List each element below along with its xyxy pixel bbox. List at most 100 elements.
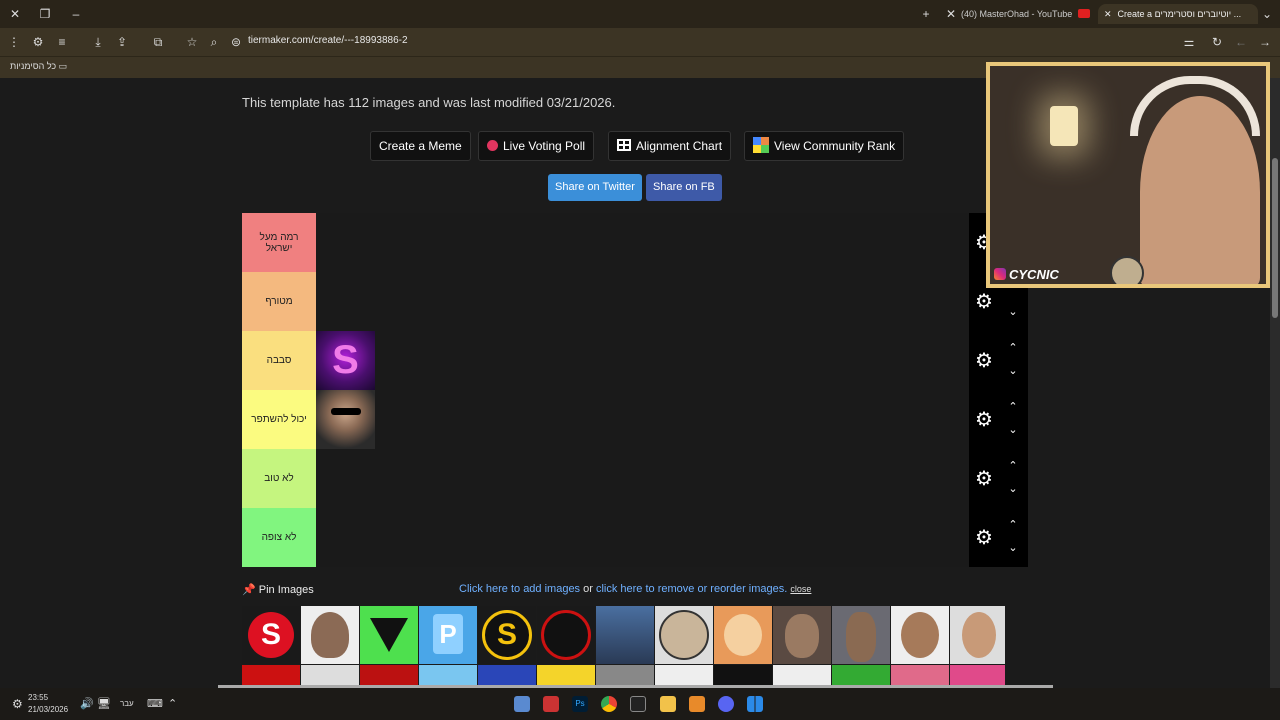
tier-settings-gear-icon[interactable]: ⚙: [973, 350, 995, 372]
extensions-icon[interactable]: ⧉: [150, 34, 166, 50]
live-voting-poll-button[interactable]: Live Voting Poll: [478, 131, 595, 161]
keyboard-icon[interactable]: ⌨: [147, 697, 163, 710]
folder-app-icon[interactable]: [689, 696, 705, 712]
settings-gear-icon[interactable]: ⚙: [12, 697, 23, 711]
move-tier-up-icon[interactable]: ⌃: [1003, 400, 1023, 414]
tier-label[interactable]: סבבה: [242, 331, 316, 390]
tier-drop-zone[interactable]: [316, 449, 969, 508]
pool-image-tile[interactable]: [773, 606, 831, 664]
remove-reorder-link[interactable]: click here to remove or reorder images.: [596, 583, 787, 595]
tray-expand-icon[interactable]: ⌃: [168, 697, 177, 710]
add-images-link[interactable]: Click here to add images: [459, 583, 580, 595]
forward-icon[interactable]: ←: [1233, 34, 1249, 50]
move-tier-down-icon[interactable]: ⌄: [1003, 482, 1023, 496]
tab-youtube[interactable]: (40) MasterOhad - YouTube: [961, 4, 1076, 24]
tab-close-icon[interactable]: ✕: [943, 6, 959, 22]
pool-image-tile[interactable]: [360, 606, 418, 664]
tab-close-icon[interactable]: ✕: [1104, 9, 1112, 19]
epic-games-icon[interactable]: [630, 696, 646, 712]
view-community-rank-button[interactable]: View Community Rank: [744, 131, 905, 161]
pool-image-tile[interactable]: [596, 606, 654, 664]
game-app-icon[interactable]: [543, 696, 559, 712]
tune-icon[interactable]: ⚌: [1181, 34, 1197, 50]
volume-icon[interactable]: 🔊: [80, 697, 94, 710]
tier-label[interactable]: יכול להשתפר: [242, 390, 316, 449]
tier-drop-zone[interactable]: [316, 390, 969, 449]
tier-settings-gear-icon[interactable]: ⚙: [973, 468, 995, 490]
move-tier-up-icon[interactable]: ⌃: [1003, 341, 1023, 355]
streamer-sunglasses-tile[interactable]: [316, 390, 375, 449]
pool-image-tile[interactable]: S: [478, 606, 536, 664]
clock-date[interactable]: 21/03/2026: [28, 705, 68, 714]
pool-image-tile[interactable]: S: [242, 606, 300, 664]
tier-label[interactable]: לא צופה: [242, 508, 316, 567]
language-indicator[interactable]: עבר: [120, 699, 134, 708]
tier-label[interactable]: רמה מעל ישראל: [242, 213, 316, 272]
close-link[interactable]: close: [790, 584, 811, 594]
move-tier-down-icon[interactable]: ⌄: [1003, 364, 1023, 378]
zoom-icon[interactable]: ⌕: [206, 34, 222, 50]
tier-controls: ⚙ ⌃ ⌄: [969, 331, 1028, 390]
tier-controls: ⚙ ⌃ ⌄: [969, 449, 1028, 508]
tier-settings-gear-icon[interactable]: ⚙: [973, 409, 995, 431]
tier-drop-zone[interactable]: [316, 508, 969, 567]
install-icon[interactable]: ⇪: [114, 34, 130, 50]
url-text[interactable]: tiermaker.com/create/---18993886-2: [248, 35, 408, 46]
alignment-chart-button[interactable]: Alignment Chart: [608, 131, 732, 161]
restore-window-icon[interactable]: ❐: [37, 6, 53, 22]
move-tier-up-icon[interactable]: ⌃: [1003, 518, 1023, 532]
new-tab-icon[interactable]: +: [918, 6, 934, 22]
windows-start-icon[interactable]: [747, 696, 763, 712]
pin-images-toggle[interactable]: 📌 Pin Images: [242, 583, 314, 596]
tier-label[interactable]: מטורף: [242, 272, 316, 331]
all-bookmarks-link[interactable]: כל הסימניות ▭: [10, 61, 67, 72]
close-window-icon[interactable]: ✕: [7, 6, 23, 22]
photoshop-icon[interactable]: Ps: [572, 696, 588, 712]
extension-icon[interactable]: ⚙: [30, 34, 46, 50]
tier-drop-zone[interactable]: [316, 213, 969, 272]
move-tier-down-icon[interactable]: ⌄: [1003, 541, 1023, 555]
file-explorer-icon[interactable]: [660, 696, 676, 712]
minimize-window-icon[interactable]: –: [68, 6, 84, 22]
tab-tiermaker[interactable]: ✕ Create a יוטיוברים וסטרימרים ...: [1098, 4, 1258, 24]
move-tier-down-icon[interactable]: ⌄: [1003, 423, 1023, 437]
site-info-icon[interactable]: ⊜: [228, 34, 244, 50]
tab-search-icon[interactable]: ⌄: [1259, 6, 1275, 22]
menu-icon[interactable]: ⋮: [6, 34, 22, 50]
discord-icon[interactable]: [718, 696, 734, 712]
move-tier-down-icon[interactable]: ⌄: [1003, 305, 1023, 319]
pool-image-tile[interactable]: [950, 606, 1005, 664]
taskbar: ⚙ 23:55 21/03/2026 🔊 🖥 עבר ⌨ ⌃ Ps: [0, 688, 1280, 720]
pool-image-tile[interactable]: [301, 606, 359, 664]
clock-time[interactable]: 23:55: [28, 693, 48, 702]
reading-list-icon[interactable]: ≡: [54, 34, 70, 50]
streamer-s-logo-tile[interactable]: S: [316, 331, 375, 390]
tier-drop-zone[interactable]: [316, 272, 969, 331]
pool-image-tile[interactable]: P: [419, 606, 477, 664]
download-icon[interactable]: ⤓: [90, 34, 106, 50]
or-text: or: [583, 583, 593, 595]
share-fb-button[interactable]: Share on FB: [646, 174, 722, 201]
pool-image-tile[interactable]: [891, 606, 949, 664]
create-meme-button[interactable]: Create a Meme: [370, 131, 471, 161]
move-tier-up-icon[interactable]: ⌃: [1003, 459, 1023, 473]
tier-settings-gear-icon[interactable]: ⚙: [973, 291, 995, 313]
network-icon[interactable]: 🖥: [97, 697, 111, 710]
tier-label[interactable]: לא טוב: [242, 449, 316, 508]
pool-image-tile[interactable]: [655, 606, 713, 664]
chrome-icon[interactable]: [601, 696, 617, 712]
tier-row: לא טוב ⚙ ⌃ ⌄: [242, 449, 1028, 508]
vertical-scrollbar[interactable]: [1270, 78, 1280, 688]
pool-image-tile[interactable]: [537, 606, 595, 664]
pool-image-tile[interactable]: [832, 606, 890, 664]
tier-drop-zone[interactable]: S: [316, 331, 969, 390]
back-icon[interactable]: →: [1257, 34, 1273, 50]
pool-image-tile[interactable]: [714, 606, 772, 664]
reload-icon[interactable]: ↻: [1209, 34, 1225, 50]
record-dot-icon: [487, 140, 498, 151]
scrollbar-thumb[interactable]: [1272, 158, 1278, 318]
tier-settings-gear-icon[interactable]: ⚙: [973, 527, 995, 549]
share-twitter-button[interactable]: Share on Twitter: [548, 174, 642, 201]
bookmark-star-icon[interactable]: ☆: [184, 34, 200, 50]
notepad-icon[interactable]: [514, 696, 530, 712]
